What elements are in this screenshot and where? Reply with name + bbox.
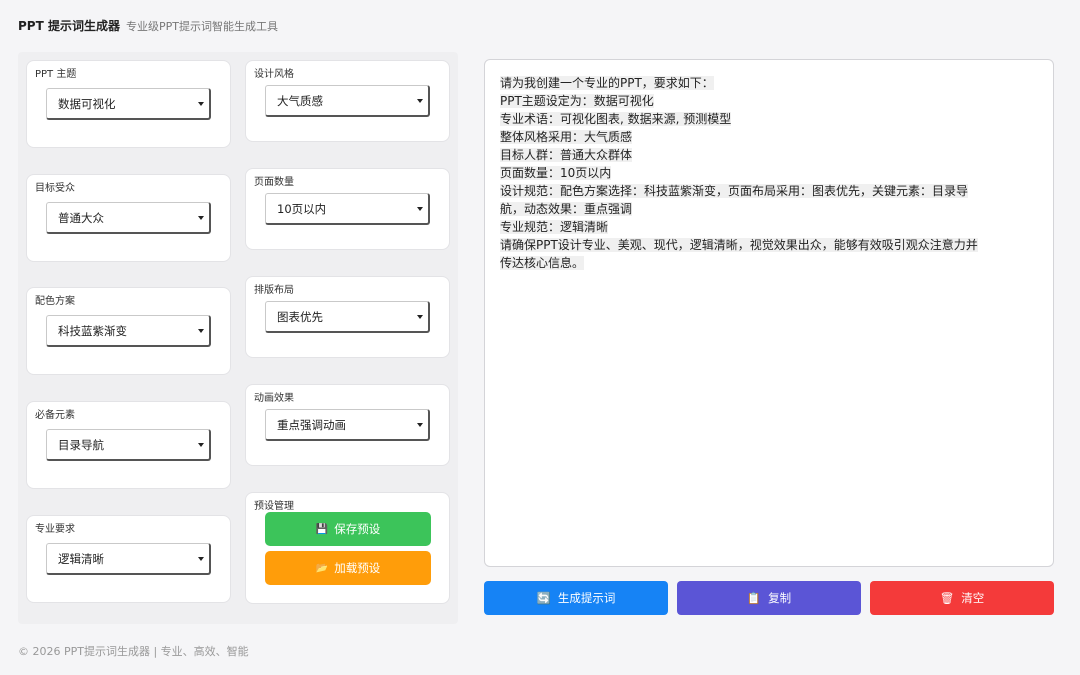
audience-value: 普通大众 bbox=[58, 210, 104, 225]
requirement-select[interactable]: 逻辑清晰 bbox=[46, 543, 211, 575]
output-line-7: 航，动态效果：重点强调 bbox=[500, 202, 633, 216]
pages-select[interactable]: 10页以内 bbox=[265, 193, 430, 225]
chevron-down-icon bbox=[198, 442, 204, 447]
color-value: 科技蓝紫渐变 bbox=[58, 323, 127, 338]
chevron-down-icon bbox=[198, 328, 204, 333]
output-line-6: 设计规范：配色方案选择：科技蓝紫渐变，页面布局采用：图表优先，关键元素：目录导 bbox=[500, 184, 969, 198]
output-line-0: 请为我创建一个专业的PPT，要求如下： bbox=[500, 76, 714, 90]
output-line-5: 页面数量：10页以内 bbox=[500, 166, 612, 180]
elements-value: 目录导航 bbox=[58, 437, 104, 452]
save-preset-button[interactable]: 💾 保存预设 bbox=[265, 512, 431, 546]
floppy-icon: 💾 bbox=[315, 523, 329, 535]
trash-icon: 🗑 bbox=[939, 591, 955, 605]
app-title: PPT 提示词生成器 bbox=[18, 19, 120, 33]
generate-button[interactable]: 🔄 生成提示词 bbox=[484, 581, 668, 615]
animation-card: 动画效果 重点强调动画 bbox=[245, 384, 450, 466]
preset-card: 预设管理 💾 保存预设 📂 加载预设 bbox=[245, 492, 450, 604]
chevron-down-icon bbox=[417, 422, 423, 427]
output-line-9: 请确保PPT设计专业、美观、现代，逻辑清晰，视觉效果出众，能够有效吸引观众注意力… bbox=[500, 238, 978, 252]
output-line-8: 专业规范：逻辑清晰 bbox=[500, 220, 609, 234]
audience-card: 目标受众 普通大众 bbox=[26, 174, 231, 262]
load-preset-button[interactable]: 📂 加载预设 bbox=[265, 551, 431, 585]
animation-select[interactable]: 重点强调动画 bbox=[265, 409, 430, 441]
elements-select[interactable]: 目录导航 bbox=[46, 429, 211, 461]
refresh-icon: 🔄 bbox=[536, 591, 551, 605]
theme-select[interactable]: 数据可视化 bbox=[46, 88, 211, 120]
color-select[interactable]: 科技蓝紫渐变 bbox=[46, 315, 211, 347]
copy-button[interactable]: 📋 复制 bbox=[677, 581, 861, 615]
color-label: 配色方案 bbox=[35, 296, 75, 307]
output-line-4: 目标人群：普通大众群体 bbox=[500, 148, 633, 162]
output-line-1: PPT主题设定为：数据可视化 bbox=[500, 94, 654, 108]
animation-value: 重点强调动画 bbox=[277, 417, 346, 432]
chevron-down-icon bbox=[417, 98, 423, 103]
elements-label: 必备元素 bbox=[35, 410, 75, 421]
clipboard-icon: 📋 bbox=[746, 591, 762, 605]
pages-value: 10页以内 bbox=[277, 201, 327, 216]
elements-card: 必备元素 目录导航 bbox=[26, 401, 231, 489]
prompt-output[interactable]: 请为我创建一个专业的PPT，要求如下： PPT主题设定为：数据可视化 专业术语：… bbox=[484, 59, 1054, 567]
header: PPT 提示词生成器 专业级PPT提示词智能生成工具 bbox=[18, 17, 278, 34]
generate-label: 生成提示词 bbox=[557, 591, 616, 605]
clear-button[interactable]: 🗑 清空 bbox=[870, 581, 1054, 615]
chevron-down-icon bbox=[417, 314, 423, 319]
pages-label: 页面数量 bbox=[254, 177, 294, 188]
clear-label: 清空 bbox=[961, 591, 985, 605]
requirement-label: 专业要求 bbox=[35, 524, 75, 535]
theme-label: PPT 主题 bbox=[35, 69, 77, 80]
theme-card: PPT 主题 数据可视化 bbox=[26, 60, 231, 148]
app-window: PPT 提示词生成器 专业级PPT提示词智能生成工具 PPT 主题 数据可视化 … bbox=[0, 0, 1080, 675]
requirement-value: 逻辑清晰 bbox=[58, 551, 104, 566]
style-label: 设计风格 bbox=[254, 69, 294, 80]
audience-select[interactable]: 普通大众 bbox=[46, 202, 211, 234]
pages-card: 页面数量 10页以内 bbox=[245, 168, 450, 250]
style-value: 大气质感 bbox=[277, 93, 323, 108]
settings-panel: PPT 主题 数据可视化 目标受众 普通大众 配色方案 科技蓝紫渐变 必备元素 … bbox=[18, 52, 458, 624]
folder-icon: 📂 bbox=[315, 562, 329, 574]
chevron-down-icon bbox=[417, 206, 423, 211]
preset-label: 预设管理 bbox=[254, 501, 294, 512]
layout-label: 排版布局 bbox=[254, 285, 294, 296]
footer-text: © 2026 PPT提示词生成器 | 专业、高效、智能 bbox=[18, 645, 249, 658]
chevron-down-icon bbox=[198, 556, 204, 561]
save-preset-label: 保存预设 bbox=[334, 522, 381, 536]
chevron-down-icon bbox=[198, 215, 204, 220]
animation-label: 动画效果 bbox=[254, 393, 294, 404]
style-card: 设计风格 大气质感 bbox=[245, 60, 450, 142]
style-select[interactable]: 大气质感 bbox=[265, 85, 430, 117]
theme-value: 数据可视化 bbox=[58, 96, 116, 111]
output-line-10: 传达核心信息。 bbox=[500, 256, 585, 270]
chevron-down-icon bbox=[198, 101, 204, 106]
color-card: 配色方案 科技蓝紫渐变 bbox=[26, 287, 231, 375]
layout-card: 排版布局 图表优先 bbox=[245, 276, 450, 358]
layout-value: 图表优先 bbox=[277, 309, 323, 324]
output-line-2: 专业术语：可视化图表, 数据来源, 预测模型 bbox=[500, 112, 732, 126]
requirement-card: 专业要求 逻辑清晰 bbox=[26, 515, 231, 603]
load-preset-label: 加载预设 bbox=[334, 561, 381, 575]
app-subtitle: 专业级PPT提示词智能生成工具 bbox=[125, 20, 278, 33]
audience-label: 目标受众 bbox=[35, 183, 75, 194]
layout-select[interactable]: 图表优先 bbox=[265, 301, 430, 333]
copy-label: 复制 bbox=[768, 591, 792, 605]
output-line-3: 整体风格采用：大气质感 bbox=[500, 130, 633, 144]
